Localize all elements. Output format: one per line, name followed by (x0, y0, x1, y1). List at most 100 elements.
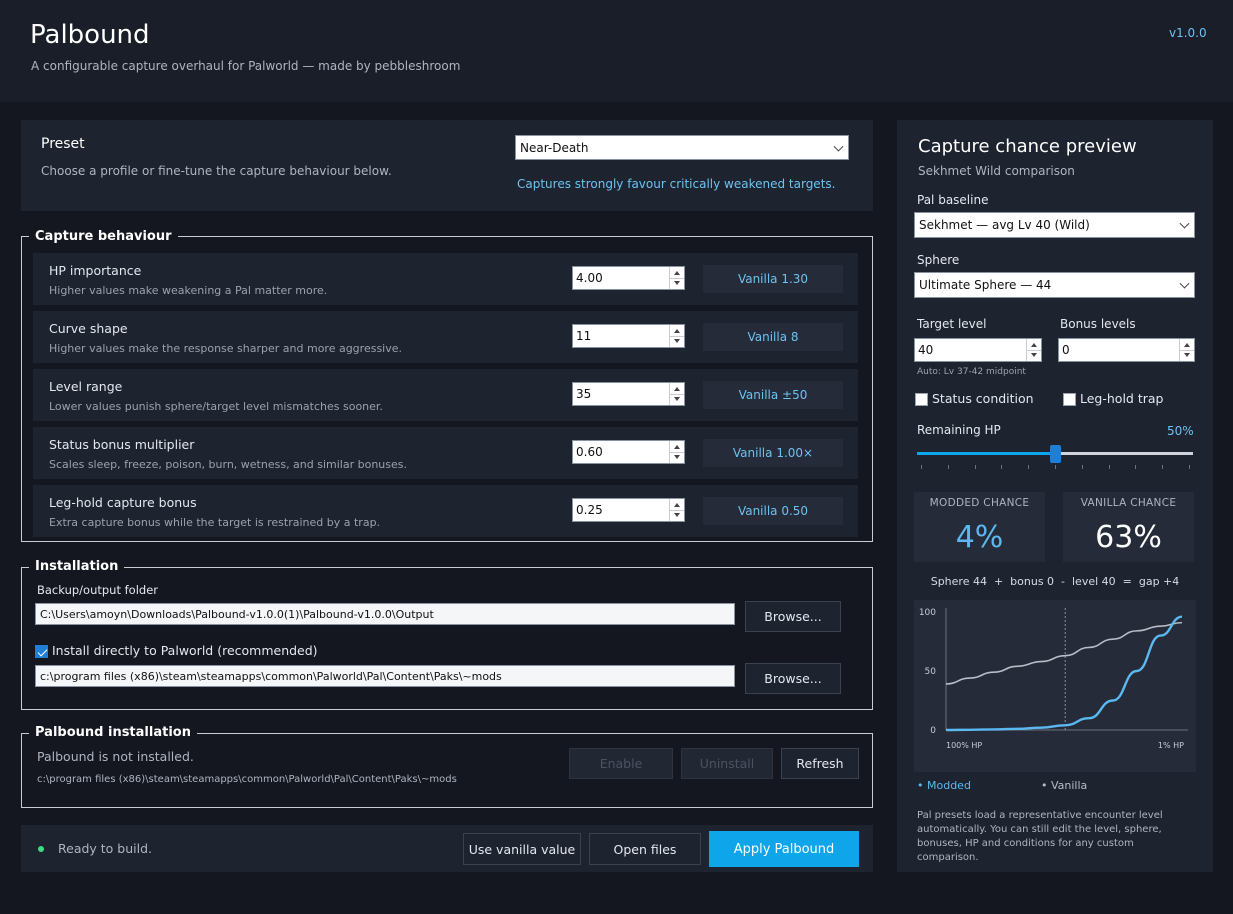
preset-title: Preset (41, 136, 85, 152)
slider-tick (975, 465, 976, 469)
spin-arrows-icon[interactable] (1179, 339, 1194, 361)
use-vanilla-button[interactable]: Use vanilla value (463, 833, 581, 865)
setting-value: 4.00 (576, 271, 603, 285)
setting-hint: Lower values punish sphere/target level … (49, 400, 383, 413)
modded-chance-card: MODDED CHANCE 4% (914, 492, 1045, 562)
setting-name: Leg-hold capture bonus (49, 495, 197, 510)
setting-hint: Extra capture bonus while the target is … (49, 516, 381, 529)
installation-title: Installation (29, 559, 125, 574)
pal-baseline-select[interactable]: Sekhmet — avg Lv 40 (Wild) (914, 212, 1195, 238)
modded-chance-value: 4% (955, 520, 1004, 555)
setting-hint: Scales sleep, freeze, poison, burn, wetn… (49, 458, 408, 471)
spin-arrows-icon[interactable] (669, 383, 684, 405)
browse-mods-button[interactable]: Browse... (745, 663, 841, 694)
vanilla-value-chip[interactable]: Vanilla 0.50 (703, 497, 843, 525)
preset-note: Captures strongly favour critically weak… (517, 177, 836, 191)
status-dot-icon (38, 846, 44, 852)
install-direct-label: Install directly to Palworld (recommende… (52, 643, 318, 658)
slider-tick (1001, 465, 1002, 469)
mods-folder-input[interactable]: c:\program files (x86)\steam\steamapps\c… (35, 665, 735, 687)
setting-value-input[interactable]: 35 (572, 382, 685, 406)
backup-folder-label: Backup/output folder (37, 583, 158, 597)
vanilla-value-chip[interactable]: Vanilla 1.30 (703, 265, 843, 293)
gap-formula: Sphere 44 + bonus 0 - level 40 = gap +4 (930, 575, 1180, 588)
pal-baseline-label: Pal baseline (917, 193, 989, 207)
uninstall-button[interactable]: Uninstall (681, 748, 773, 779)
leghold-trap-checkbox[interactable] (1063, 393, 1076, 406)
spin-arrows-icon[interactable] (669, 499, 684, 521)
status-condition-label: Status condition (932, 391, 1034, 406)
legend-vanilla: • Vanilla (1041, 779, 1088, 792)
remaining-hp-value: 50% (1167, 424, 1194, 438)
slider-tick (1162, 465, 1163, 469)
spin-arrows-icon[interactable] (669, 441, 684, 463)
install-direct-checkbox[interactable] (35, 645, 48, 658)
sphere-value: Ultimate Sphere — 44 (919, 278, 1052, 292)
target-level-value: 40 (918, 343, 934, 357)
auto-level-note: Auto: Lv 37-42 midpoint (917, 367, 1026, 377)
slider-tick (1055, 465, 1056, 469)
pal-baseline-value: Sekhmet — avg Lv 40 (Wild) (919, 218, 1090, 232)
preview-subtitle: Sekhmet Wild comparison (918, 164, 1075, 178)
preset-select[interactable]: Near-Death (515, 135, 849, 160)
setting-value: 35 (576, 387, 592, 401)
setting-value: 0.60 (576, 445, 603, 459)
backup-folder-input[interactable]: C:\Users\amoyn\Downloads\Palbound-v1.0.0… (35, 603, 735, 625)
vanilla-chance-card: VANILLA CHANCE 63% (1063, 492, 1194, 562)
setting-value: 11 (576, 329, 592, 343)
open-files-button[interactable]: Open files (589, 833, 701, 865)
bonus-levels-value: 0 (1062, 343, 1070, 357)
refresh-button[interactable]: Refresh (781, 748, 859, 779)
y-tick-label: 0 (930, 726, 936, 736)
preview-footnote: Pal presets load a representative encoun… (917, 810, 1163, 863)
browse-backup-button[interactable]: Browse... (745, 601, 841, 632)
status-condition-checkbox[interactable] (915, 393, 928, 406)
vanilla-value-chip[interactable]: Vanilla 8 (703, 323, 843, 351)
sphere-label: Sphere (917, 253, 960, 267)
chevron-down-icon (833, 141, 844, 152)
setting-value-input[interactable]: 4.00 (572, 266, 685, 290)
chevron-down-icon (1179, 218, 1190, 229)
x-tick-label: 1% HP (1158, 741, 1184, 750)
remaining-hp-slider[interactable] (917, 445, 1193, 471)
slider-tick (1028, 465, 1029, 469)
setting-value: 0.25 (576, 503, 603, 517)
vanilla-chance-label: VANILLA CHANCE (1080, 497, 1177, 509)
series-modded-line (945, 615, 1183, 732)
target-level-input[interactable]: 40 (914, 338, 1042, 362)
slider-tick (1109, 465, 1110, 469)
app-header (0, 0, 1233, 102)
setting-value-input[interactable]: 0.25 (572, 498, 685, 522)
vanilla-chance-value: 63% (1095, 520, 1162, 555)
slider-fill (917, 452, 1055, 455)
leghold-trap-label: Leg-hold trap (1080, 391, 1164, 406)
slider-tick (1082, 465, 1083, 469)
vanilla-value-chip[interactable]: Vanilla 1.00× (703, 439, 843, 467)
sphere-select[interactable]: Ultimate Sphere — 44 (914, 272, 1195, 298)
spin-arrows-icon[interactable] (669, 267, 684, 289)
apply-palbound-button[interactable]: Apply Palbound (709, 831, 859, 867)
modded-chance-label: MODDED CHANCE (929, 497, 1030, 509)
footer-status: Ready to build. (58, 841, 153, 856)
setting-value-input[interactable]: 0.60 (572, 440, 685, 464)
spin-arrows-icon[interactable] (669, 325, 684, 347)
palbound-installation-title: Palbound installation (29, 725, 197, 740)
capture-chart: 0 50 100 100% HP 1% HP (914, 600, 1196, 772)
slider-thumb[interactable] (1050, 445, 1061, 463)
x-tick-label: 100% HP (946, 741, 982, 750)
bonus-levels-label: Bonus levels (1060, 317, 1136, 331)
slider-tick (1189, 465, 1190, 469)
setting-value-input[interactable]: 11 (572, 324, 685, 348)
installation-path: c:\program files (x86)\steam\steamapps\c… (37, 774, 457, 785)
vanilla-value-chip[interactable]: Vanilla ±50 (703, 381, 843, 409)
installation-status: Palbound is not installed. (37, 749, 194, 764)
capture-behaviour-title: Capture behaviour (29, 229, 178, 244)
slider-tick (948, 465, 949, 469)
y-tick-label: 50 (925, 667, 937, 677)
spin-arrows-icon[interactable] (1026, 339, 1041, 361)
enable-button[interactable]: Enable (569, 748, 673, 779)
target-level-label: Target level (917, 317, 987, 331)
setting-name: Level range (49, 379, 123, 394)
setting-name: Curve shape (49, 321, 128, 336)
bonus-levels-input[interactable]: 0 (1058, 338, 1195, 362)
